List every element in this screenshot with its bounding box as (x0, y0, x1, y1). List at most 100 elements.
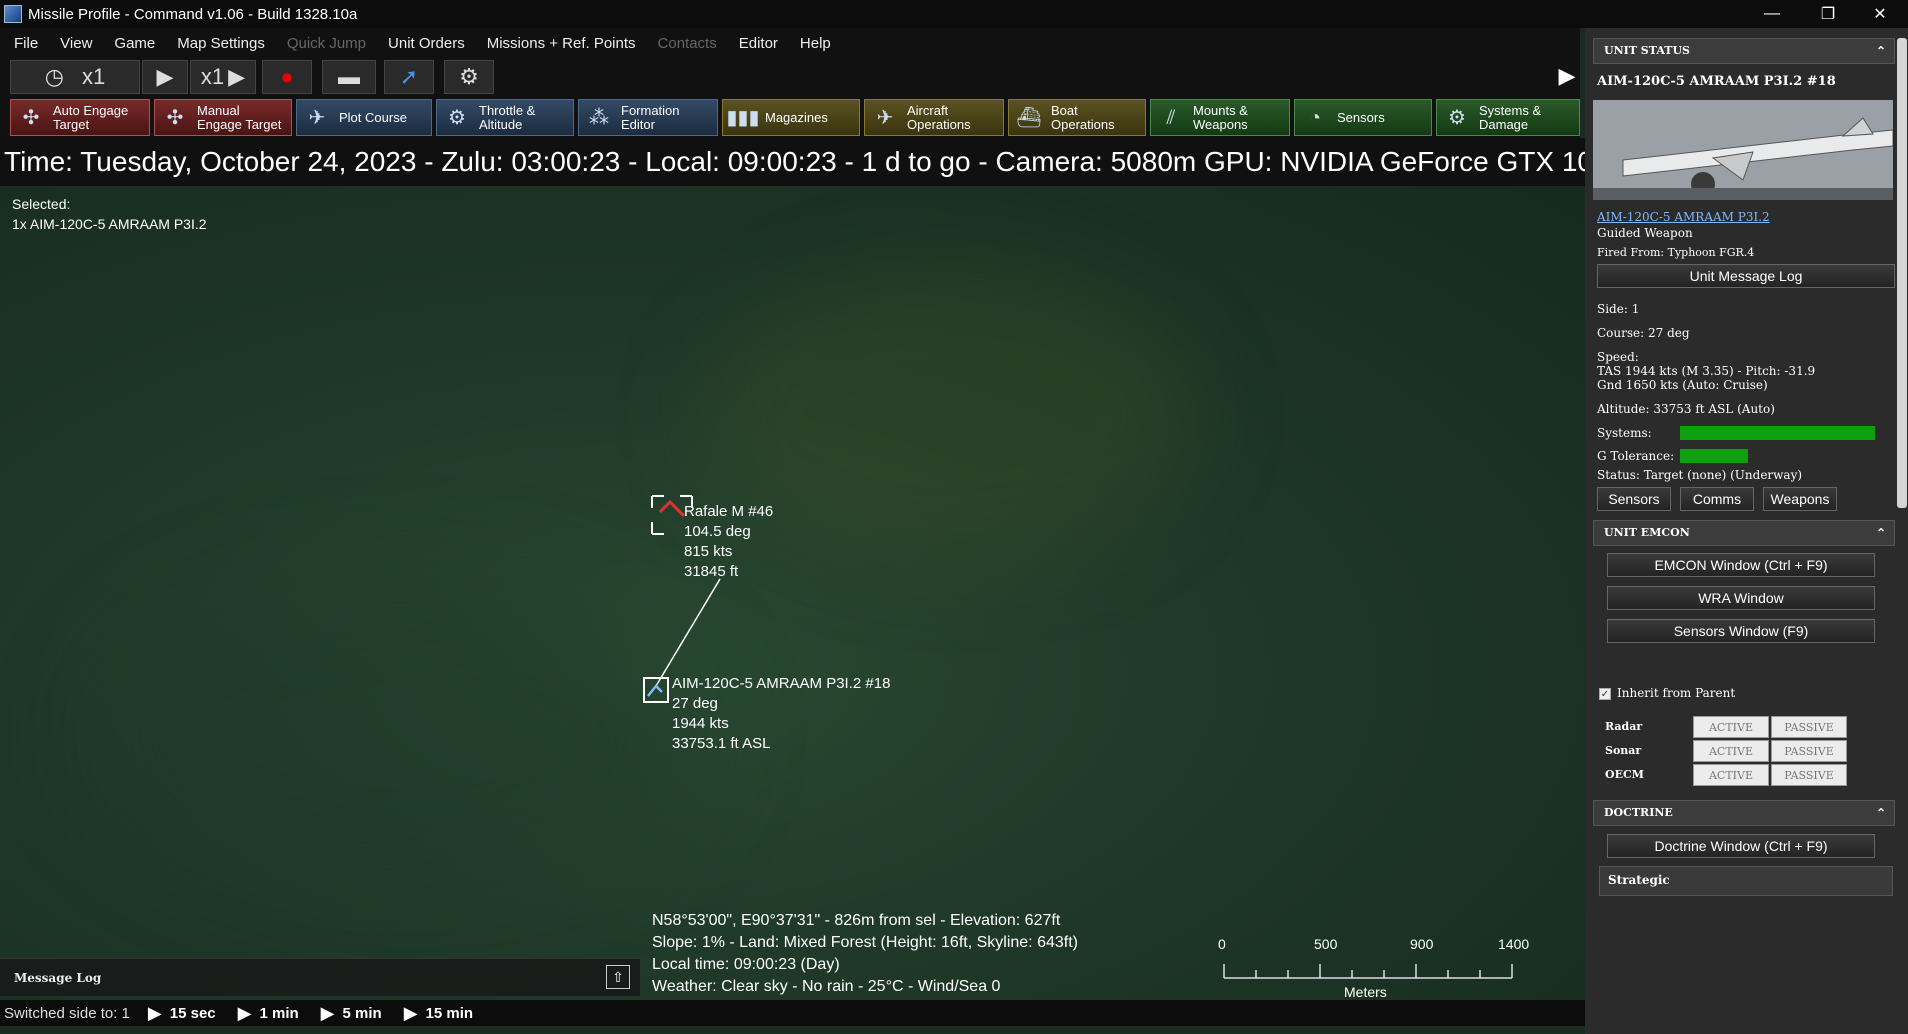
formation-label: Formation Editor (621, 102, 680, 132)
radar-passive-button[interactable]: PASSIVE (1771, 716, 1847, 738)
menu-editor[interactable]: Editor (739, 35, 778, 52)
panel-scrollbar[interactable] (1897, 38, 1907, 508)
restore-button[interactable]: ❐ (1800, 0, 1856, 28)
radar-label: Radar (1605, 720, 1643, 733)
unit-box-icon (643, 677, 669, 703)
radar-active-button[interactable]: ACTIVE (1693, 716, 1769, 738)
menu-bar: File View Game Map Settings Quick Jump U… (0, 28, 1580, 58)
unit-class-link[interactable]: AIM-120C-5 AMRAAM P3I.2 (1597, 210, 1770, 224)
play-icon[interactable]: ▶ (148, 1003, 162, 1024)
collapse-icon[interactable]: ⌃ (1876, 801, 1886, 825)
formation-editor-button[interactable]: ⁂ Formation Editor (578, 99, 718, 136)
menu-game[interactable]: Game (114, 35, 155, 52)
systems-label: Systems: (1597, 426, 1652, 440)
minimize-button[interactable]: — (1744, 0, 1800, 28)
collapse-icon[interactable]: ⌃ (1876, 39, 1886, 63)
throttle-label-1: Throttle & (479, 102, 536, 118)
weapons-icon: ⫽ (1166, 106, 1176, 129)
throttle-altitude-button[interactable]: ⚙ Throttle & Altitude (436, 99, 574, 136)
panel-toggle-arrow[interactable]: ▶ (1554, 58, 1580, 94)
manual-engage-button[interactable]: ✣ Manual Engage Target (154, 99, 292, 136)
expand-log-button[interactable]: ⇧ (606, 965, 630, 989)
direction-button[interactable]: ➚ (384, 60, 434, 94)
auto-engage-label-1: Auto Engage (53, 102, 129, 118)
sensors-window-button[interactable]: Sensors Window (F9) (1607, 619, 1875, 643)
emcon-window-button[interactable]: EMCON Window (Ctrl + F9) (1607, 553, 1875, 577)
play-icon[interactable]: ▶ (321, 1003, 335, 1024)
sonar-passive-button[interactable]: PASSIVE (1771, 740, 1847, 762)
cursor-coords: N58°53'00", E90°37'31" - 826m from sel -… (652, 912, 1061, 929)
menu-unit-orders[interactable]: Unit Orders (388, 35, 465, 52)
comms-tab[interactable]: Comms (1680, 487, 1754, 511)
speed-tas: TAS 1944 kts (M 3.35) - Pitch: -31.9 (1597, 364, 1816, 378)
menu-quick-jump[interactable]: Quick Jump (287, 35, 366, 52)
time-step-5min[interactable]: 5 min (343, 1005, 382, 1022)
aircraft-operations-button[interactable]: ✈ Aircraft Operations (864, 99, 1004, 136)
plot-course-button[interactable]: ✈ Plot Course (296, 99, 432, 136)
side-status: Switched side to: 1 (4, 1004, 130, 1022)
play-icon[interactable]: ▶ (238, 1003, 252, 1024)
throttle-icon: ⚙ (448, 106, 466, 129)
crosshair-icon: ✣ (166, 106, 184, 129)
auto-engage-label-2: Target (53, 116, 90, 132)
checkbox-checked-icon[interactable]: ✓ (1599, 688, 1611, 700)
ship-view-button[interactable]: ▬ (322, 60, 376, 94)
tactical-map[interactable]: Selected: 1x AIM-120C-5 AMRAAM P3I.2 Raf… (0, 186, 1585, 1000)
menu-map-settings[interactable]: Map Settings (177, 35, 265, 52)
cursor-local-time: Local time: 09:00:23 (Day) (652, 956, 840, 973)
inherit-row[interactable]: ✓ Inherit from Parent (1599, 686, 1735, 700)
play-button[interactable]: ▶ (142, 60, 188, 94)
unit-course: 27 deg (672, 695, 718, 712)
record-button[interactable]: ● (262, 60, 312, 94)
oecm-passive-button[interactable]: PASSIVE (1771, 764, 1847, 786)
systems-damage-button[interactable]: ⚙ Systems & Damage (1436, 99, 1580, 136)
oecm-label: OECM (1605, 768, 1644, 781)
sensors-button[interactable]: ◔ Sensors (1294, 99, 1432, 136)
doctrine-header[interactable]: DOCTRINE ⌃ (1593, 800, 1895, 826)
wra-window-button[interactable]: WRA Window (1607, 586, 1875, 610)
menu-view[interactable]: View (60, 35, 92, 52)
strategic-section[interactable]: Strategic (1599, 866, 1893, 896)
record-icon: ● (280, 64, 294, 89)
time-compression-button[interactable]: ◷ x1 (10, 60, 140, 94)
menu-help[interactable]: Help (800, 35, 831, 52)
collapse-icon[interactable]: ⌃ (1876, 521, 1886, 545)
boat-operations-button[interactable]: ⛴ Boat Operations (1008, 99, 1146, 136)
oecm-active-button[interactable]: ACTIVE (1693, 764, 1769, 786)
g-tolerance-bar (1680, 449, 1748, 463)
sonar-active-button[interactable]: ACTIVE (1693, 740, 1769, 762)
gear-icon: ⚙ (459, 64, 479, 89)
expand-up-icon: ⇧ (612, 968, 624, 985)
auto-engage-button[interactable]: ✣ Auto Engage Target (10, 99, 150, 136)
weapons-tab[interactable]: Weapons (1763, 487, 1837, 511)
step-button[interactable]: x1 ▶ (190, 60, 256, 94)
play-icon[interactable]: ▶ (404, 1003, 418, 1024)
doctrine-window-button[interactable]: Doctrine Window (Ctrl + F9) (1607, 834, 1875, 858)
clock-icon: ◷ (44, 64, 64, 89)
sensors-label: Sensors (1337, 109, 1385, 125)
magazine-icon: ▮▮▮ (726, 106, 760, 129)
time-step-15min[interactable]: 15 min (426, 1005, 474, 1022)
aircraft-ops-label-2: Operations (907, 116, 971, 132)
time-step-1min[interactable]: 1 min (259, 1005, 298, 1022)
unit-status-header[interactable]: UNIT STATUS ⌃ (1593, 38, 1895, 64)
manual-engage-label-2: Engage Target (197, 116, 282, 132)
unit-message-log-button[interactable]: Unit Message Log (1597, 264, 1895, 288)
g-tolerance-label: G Tolerance: (1597, 449, 1675, 463)
sensors-tab[interactable]: Sensors (1597, 487, 1671, 511)
menu-missions[interactable]: Missions + Ref. Points (487, 35, 636, 52)
formation-label-1: Formation (621, 102, 680, 118)
mounts-weapons-button[interactable]: ⫽ Mounts & Weapons (1150, 99, 1290, 136)
unit-emcon-header[interactable]: UNIT EMCON ⌃ (1593, 520, 1895, 546)
boat-icon: ⛴ (1016, 106, 1042, 129)
menu-contacts[interactable]: Contacts (658, 35, 717, 52)
unit-marker[interactable] (643, 677, 669, 703)
menu-file[interactable]: File (14, 35, 38, 52)
speed-gnd: Gnd 1650 kts (Auto: Cruise) (1597, 378, 1768, 392)
scale-unit: Meters (1344, 984, 1387, 1000)
time-step-15sec[interactable]: 15 sec (170, 1005, 216, 1022)
settings-button[interactable]: ⚙ (444, 60, 494, 94)
magazines-button[interactable]: ▮▮▮ Magazines (722, 99, 860, 136)
close-button[interactable]: ✕ (1852, 0, 1908, 28)
message-log[interactable]: Message Log ⇧ (0, 958, 640, 996)
